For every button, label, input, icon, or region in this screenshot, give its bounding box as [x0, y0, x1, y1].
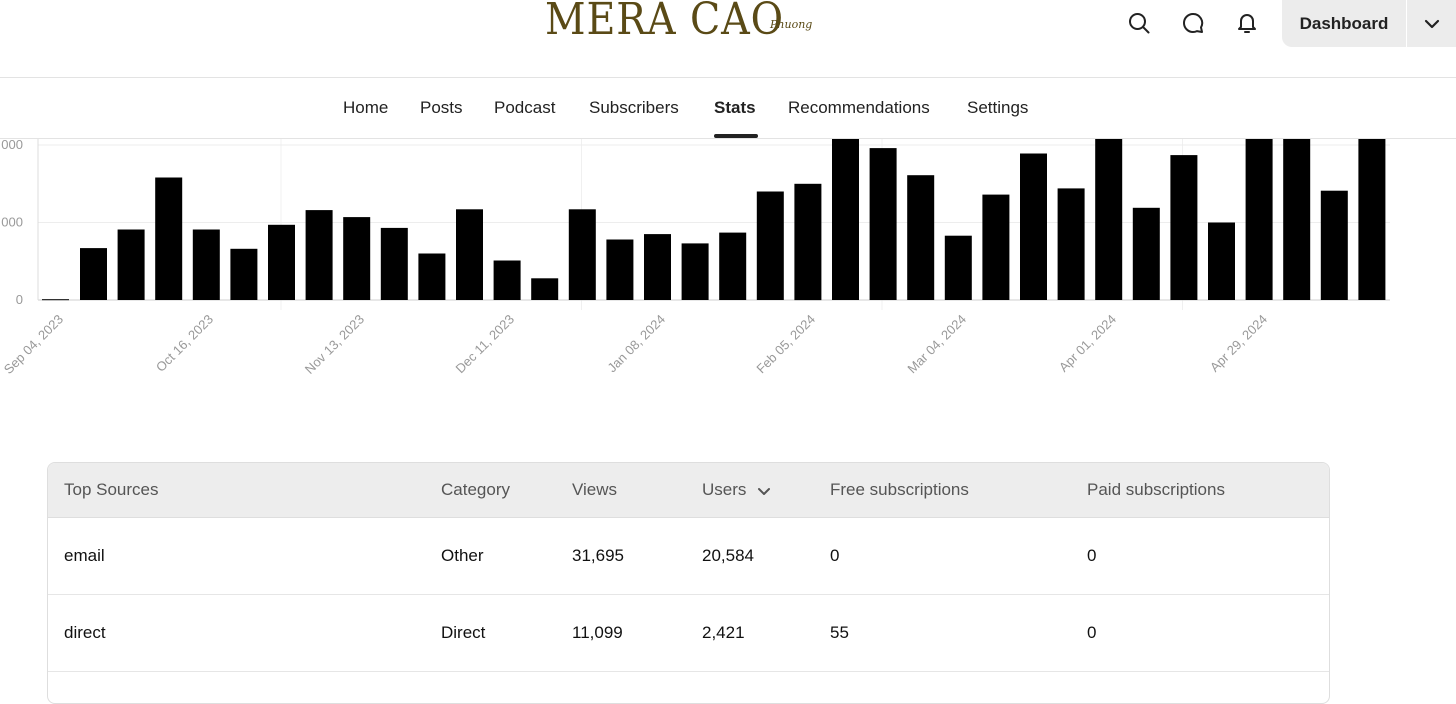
chart-bar[interactable]	[1320, 190, 1348, 300]
chart-bar[interactable]	[1095, 139, 1123, 300]
chart-bar[interactable]	[1208, 222, 1235, 301]
nav-tab-recommendations[interactable]: Recommendations	[788, 78, 930, 138]
chart-bar[interactable]	[756, 191, 784, 301]
top-sources-table: Top Sources Category Views Users Free su…	[47, 462, 1330, 704]
x-tick-labels: Sep 04, 2023 Oct 16, 2023 Nov 13, 2023 Dec …	[1, 312, 1270, 377]
chart-bar[interactable]	[794, 183, 822, 301]
column-header-top-sources[interactable]: Top Sources	[64, 463, 159, 517]
chart-bar[interactable]	[1132, 207, 1160, 300]
column-header-paid-subscriptions[interactable]: Paid subscriptions	[1087, 463, 1225, 517]
x-tick-label: Mar 04, 2024	[904, 312, 969, 377]
nav-tab-posts[interactable]: Posts	[420, 78, 463, 138]
chart-bar[interactable]	[907, 175, 935, 300]
cell-paid-subscriptions: 0	[1087, 546, 1097, 565]
table-row[interactable]: direct Direct 11,099 2,421 55 0	[48, 595, 1329, 672]
column-header-views[interactable]: Views	[572, 463, 617, 517]
column-header-category[interactable]: Category	[441, 463, 510, 517]
chart-bar[interactable]	[80, 248, 107, 300]
chart-bar[interactable]	[456, 209, 483, 300]
chevron-down-icon	[1424, 19, 1439, 28]
y-tick-label: 0	[16, 292, 23, 307]
chart-bar[interactable]	[305, 210, 333, 300]
nav-tab-settings[interactable]: Settings	[967, 78, 1028, 138]
cell-paid-subscriptions: 0	[1087, 623, 1097, 642]
nav-tab-podcast[interactable]: Podcast	[494, 78, 555, 138]
x-tick-label: Dec 11, 2023	[453, 312, 518, 377]
chart-bar[interactable]	[1283, 139, 1311, 300]
x-tick-label: Oct 16, 2023	[153, 312, 216, 375]
y-tick-labels: 0000000	[1, 139, 23, 307]
traffic-bar-chart: 0000000Sep 04, 2023 Oct 16, 2023 Nov 13, 2…	[1, 139, 1390, 377]
cell-category: Direct	[441, 623, 486, 642]
cell-free-subscriptions: 0	[830, 546, 840, 565]
chart-bar[interactable]	[1358, 139, 1386, 300]
chart-bar[interactable]	[568, 209, 596, 300]
chart-bars	[42, 139, 1386, 301]
nav-tab-home[interactable]: Home	[343, 78, 388, 138]
chart-bar[interactable]	[230, 248, 258, 300]
chart-bar[interactable]	[1020, 153, 1047, 301]
x-tick-label: Nov 13, 2023	[302, 312, 367, 377]
cell-users: 2,421	[702, 623, 745, 642]
nav-tab-subscribers[interactable]: Subscribers	[589, 78, 679, 138]
x-tick-label: Apr 01, 2024	[1056, 312, 1119, 375]
bell-icon[interactable]	[1234, 10, 1260, 36]
chart-bar[interactable]	[42, 299, 69, 301]
chart-bar[interactable]	[944, 235, 972, 300]
cell-source: email	[64, 546, 105, 565]
logo-text: MERA CAO	[545, 0, 785, 45]
chart-bar[interactable]	[832, 139, 859, 300]
dashboard-menu-toggle[interactable]	[1407, 0, 1456, 47]
chat-bubble-icon[interactable]	[1180, 10, 1206, 36]
chart-bar[interactable]	[1170, 155, 1198, 300]
y-tick-label: 000	[1, 215, 23, 230]
x-tick-label: Sep 04, 2023	[1, 312, 66, 377]
chevron-down-icon	[758, 487, 771, 495]
chart-bar[interactable]	[155, 177, 183, 301]
cell-free-subscriptions: 55	[830, 623, 849, 642]
chart-bar[interactable]	[117, 229, 145, 301]
chart-bar[interactable]	[869, 148, 897, 300]
x-tick-label: Apr 29, 2024	[1207, 312, 1270, 375]
column-header-free-subscriptions[interactable]: Free subscriptions	[830, 463, 969, 517]
chart-bar[interactable]	[1245, 139, 1273, 300]
nav-tab-stats[interactable]: Stats	[714, 78, 756, 138]
chart-bar[interactable]	[644, 234, 671, 300]
chart-bar[interactable]	[192, 229, 220, 301]
table-row[interactable]: email Other 31,695 20,584 0 0	[48, 518, 1329, 595]
search-icon[interactable]	[1126, 10, 1152, 36]
chart-bar[interactable]	[268, 224, 295, 300]
top-header: MERA CAO Phuong Dashboard	[0, 0, 1456, 78]
chart-bar[interactable]	[343, 217, 371, 300]
stats-nav-bar: Home Posts Podcast Subscribers Stats Rec…	[0, 78, 1456, 139]
y-tick-label: 000	[1, 139, 23, 152]
publication-logo[interactable]: MERA CAO Phuong	[545, 0, 813, 50]
x-tick-label: Feb 05, 2024	[753, 312, 818, 377]
dashboard-button-label: Dashboard	[1299, 13, 1389, 33]
active-tab-indicator	[714, 134, 758, 138]
cell-views: 31,695	[572, 546, 624, 565]
cell-source: direct	[64, 623, 106, 642]
chart-bar[interactable]	[681, 243, 709, 300]
x-tick-label: Jan 08, 2024	[604, 312, 668, 376]
chart-bar[interactable]	[982, 194, 1010, 300]
column-header-users[interactable]: Users	[702, 463, 771, 517]
chart-bar[interactable]	[606, 239, 634, 301]
cell-views: 11,099	[572, 623, 623, 642]
table-header: Top Sources Category Views Users Free su…	[48, 463, 1329, 518]
column-header-users-label: Users	[702, 480, 747, 499]
chart-bar[interactable]	[493, 260, 521, 301]
cell-users: 20,584	[702, 546, 754, 565]
chart-bar[interactable]	[1057, 188, 1085, 300]
dashboard-button[interactable]: Dashboard	[1282, 0, 1406, 47]
chart-bar[interactable]	[719, 232, 747, 300]
chart-bar[interactable]	[418, 253, 446, 301]
cell-category: Other	[441, 546, 484, 565]
chart-bar[interactable]	[531, 278, 559, 300]
logo-signature: Phuong	[770, 18, 813, 31]
chart-bar[interactable]	[380, 227, 408, 300]
